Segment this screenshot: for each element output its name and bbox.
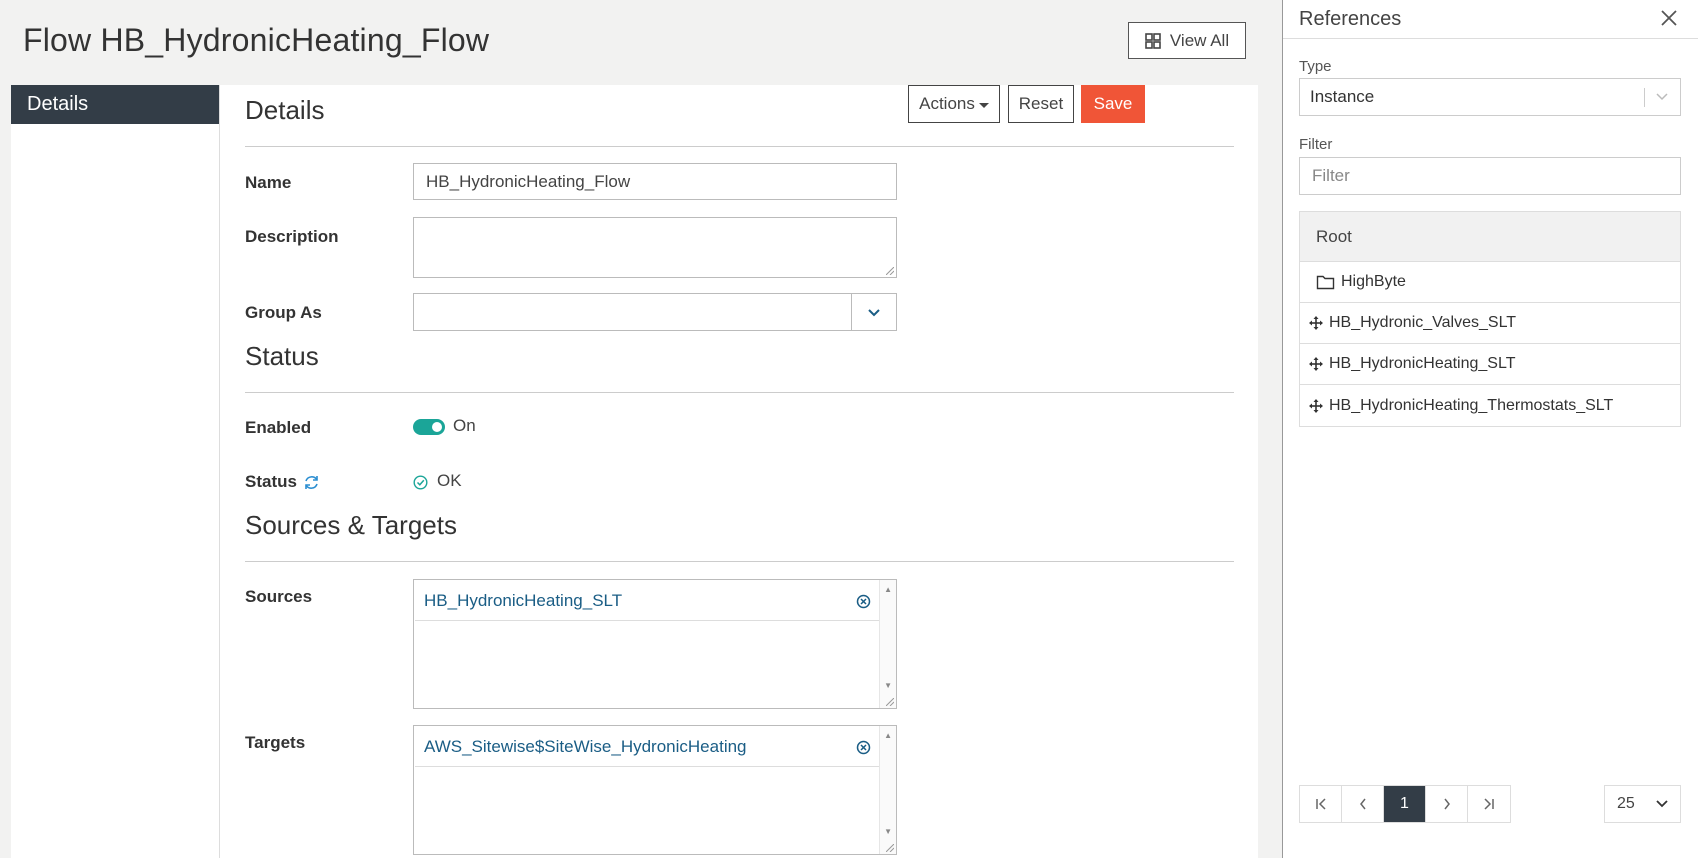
close-icon[interactable]: [1660, 9, 1678, 27]
name-input[interactable]: HB_HydronicHeating_Flow: [413, 163, 897, 200]
tree-root-label: Root: [1316, 226, 1352, 246]
enabled-toggle[interactable]: [413, 419, 445, 435]
remove-icon[interactable]: [856, 594, 871, 609]
grid-icon: [1145, 32, 1161, 49]
description-label: Description: [245, 227, 339, 246]
resize-handle-icon[interactable]: [886, 698, 894, 706]
sources-label: Sources: [245, 587, 313, 606]
tree-item-heating-slt[interactable]: HB_HydronicHeating_SLT: [1300, 344, 1680, 385]
tree-item-label: HighByte: [1341, 273, 1406, 290]
page-size-value: 25: [1617, 795, 1635, 812]
caret-down-icon: [978, 102, 989, 108]
main-area: Flow HB_HydronicHeating_Flow View All De…: [0, 0, 1282, 858]
type-label: Type: [1299, 58, 1332, 75]
resize-handle-icon[interactable]: [886, 844, 894, 852]
name-label: Name: [245, 173, 292, 192]
sidebar-item-details[interactable]: Details: [11, 85, 219, 124]
targets-label: Targets: [245, 733, 306, 752]
actions-button[interactable]: Actions: [908, 85, 1000, 123]
status-divider: [245, 392, 1234, 393]
tree-item-label: HB_Hydronic_Valves_SLT: [1329, 314, 1517, 331]
next-page-button[interactable]: [1426, 786, 1468, 822]
tree-item-highbyte[interactable]: HighByte: [1300, 262, 1680, 303]
details-divider: [245, 146, 1234, 147]
save-button[interactable]: Save: [1081, 85, 1145, 123]
name-value: HB_HydronicHeating_Flow: [426, 171, 631, 191]
tree-root[interactable]: Root: [1300, 212, 1680, 262]
sources-targets-title: Sources & Targets: [245, 510, 457, 540]
remove-icon[interactable]: [856, 740, 871, 755]
tree-item-thermostats-slt[interactable]: HB_HydronicHeating_Thermostats_SLT: [1300, 385, 1680, 426]
details-panel: Details Actions Reset Save Name HB_Hydro…: [219, 85, 1258, 858]
move-icon: [1309, 316, 1323, 330]
chevron-left-icon: [1359, 798, 1366, 810]
first-page-icon: [1315, 798, 1326, 810]
source-item-label: HB_HydronicHeating_SLT: [424, 590, 623, 610]
last-page-button[interactable]: [1468, 786, 1510, 822]
enabled-label: Enabled: [245, 418, 312, 437]
status-section-title: Status: [245, 341, 319, 371]
type-value: Instance: [1310, 87, 1375, 106]
side-nav: Details: [11, 85, 219, 858]
view-all-label: View All: [1169, 30, 1230, 50]
sources-list[interactable]: HB_HydronicHeating_SLT ▲ ▼: [413, 579, 897, 709]
scroll-down-icon[interactable]: ▼: [884, 681, 892, 690]
page-size-select[interactable]: 25: [1604, 785, 1681, 823]
move-icon: [1309, 357, 1323, 371]
scroll-up-icon[interactable]: ▲: [884, 585, 892, 594]
enabled-state-text: On: [453, 416, 476, 435]
details-title: Details: [245, 95, 325, 125]
actions-label: Actions: [919, 94, 975, 113]
chevron-down-icon[interactable]: [1656, 93, 1668, 101]
filter-label: Filter: [1299, 136, 1333, 153]
check-circle-icon: [413, 475, 428, 490]
page-title: Flow HB_HydronicHeating_Flow: [23, 22, 490, 58]
targets-list[interactable]: AWS_Sitewise$SiteWise_HydronicHeating ▲ …: [413, 725, 897, 855]
scroll-up-icon[interactable]: ▲: [884, 731, 892, 740]
select-separator: [1644, 88, 1645, 107]
resize-handle-icon[interactable]: [886, 267, 894, 275]
scroll-down-icon[interactable]: ▼: [884, 827, 892, 836]
status-label: Status: [245, 472, 297, 491]
target-item[interactable]: AWS_Sitewise$SiteWise_HydronicHeating: [415, 727, 879, 767]
page-button-current[interactable]: 1: [1384, 786, 1426, 822]
filter-input[interactable]: [1299, 157, 1681, 195]
tree-item-label: HB_HydronicHeating_SLT: [1329, 355, 1516, 372]
references-divider: [1283, 38, 1698, 39]
sources-targets-divider: [245, 561, 1234, 562]
reset-button[interactable]: Reset: [1008, 85, 1074, 123]
view-all-button[interactable]: View All: [1128, 22, 1246, 59]
tree-item-label: HB_HydronicHeating_Thermostats_SLT: [1329, 396, 1614, 414]
tree-item-valves-slt[interactable]: HB_Hydronic_Valves_SLT: [1300, 303, 1680, 344]
type-select[interactable]: Instance: [1299, 78, 1681, 116]
chevron-down-icon: [1656, 800, 1668, 808]
group-as-label: Group As: [245, 303, 322, 322]
description-textarea[interactable]: [413, 217, 897, 278]
group-as-dropdown-toggle[interactable]: [851, 294, 896, 330]
target-item-label: AWS_Sitewise$SiteWise_HydronicHeating: [424, 736, 747, 756]
folder-icon: [1316, 275, 1335, 290]
sidebar-item-label: Details: [27, 93, 89, 115]
last-page-icon: [1484, 798, 1494, 810]
first-page-button[interactable]: [1300, 786, 1342, 822]
pagination: 1: [1299, 785, 1511, 823]
status-value: OK: [437, 471, 462, 490]
source-item[interactable]: HB_HydronicHeating_SLT: [415, 581, 879, 621]
move-icon: [1309, 398, 1323, 413]
references-panel: References Type Instance Filter Root Hig…: [1282, 0, 1698, 858]
prev-page-button[interactable]: [1342, 786, 1384, 822]
chevron-right-icon: [1443, 798, 1450, 810]
reference-tree: Root HighByte HB_Hydronic_Valves_SLT HB_…: [1299, 211, 1681, 427]
group-as-select[interactable]: [413, 293, 897, 331]
references-title: References: [1299, 8, 1402, 30]
refresh-icon[interactable]: [303, 474, 320, 491]
chevron-down-icon: [868, 308, 880, 316]
